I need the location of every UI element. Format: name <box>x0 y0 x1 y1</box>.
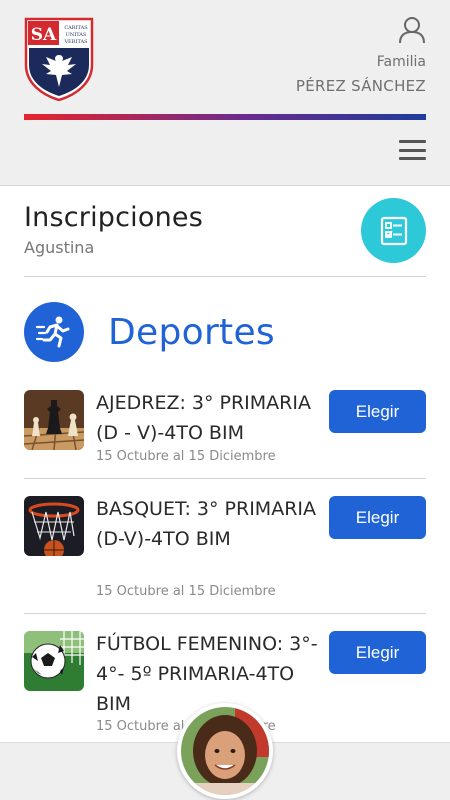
svg-text:CARITAS: CARITAS <box>64 25 88 31</box>
activity-name: BASQUET: 3° PRIMARIA (D-V)-4TO BIM <box>96 498 317 550</box>
activity-item: AJEDREZ: 3° PRIMARIA (D - V)-4TO BIM 15 … <box>24 390 426 478</box>
activity-item: BASQUET: 3° PRIMARIA (D-V)-4TO BIM 15 Oc… <box>24 496 426 612</box>
divider <box>24 478 426 479</box>
checklist-form-icon <box>380 216 407 245</box>
svg-text:UNITAS: UNITAS <box>66 32 87 38</box>
family-label: Familia <box>376 54 426 70</box>
running-person-icon <box>35 316 70 348</box>
basketball-hoop-image <box>24 496 84 556</box>
brand-gradient-bar <box>24 114 426 120</box>
user-profile-icon[interactable] <box>398 16 426 44</box>
hamburger-menu-icon[interactable] <box>399 140 426 160</box>
chess-image <box>24 390 84 450</box>
school-crest-logo: SA CARITAS UNITAS VERITAS <box>24 17 94 101</box>
app-header: SA CARITAS UNITAS VERITAS Familia PÉREZ … <box>0 0 450 186</box>
activity-dates: 15 Octubre al 15 Diciembre <box>96 584 276 599</box>
enrollment-form-button[interactable] <box>361 198 426 263</box>
category-title: Deportes <box>108 312 275 353</box>
svg-text:SA: SA <box>31 25 57 45</box>
sports-category-icon <box>24 302 84 362</box>
choose-button[interactable]: Elegir <box>329 390 426 433</box>
divider <box>24 276 426 277</box>
activity-name: AJEDREZ: 3° PRIMARIA (D - V)-4TO BIM <box>96 392 311 444</box>
family-name: PÉREZ SÁNCHEZ <box>295 77 426 95</box>
soccer-ball-image <box>24 631 84 691</box>
svg-text:VERITAS: VERITAS <box>63 39 88 45</box>
student-avatar[interactable] <box>177 703 273 799</box>
choose-button[interactable]: Elegir <box>329 496 426 539</box>
divider <box>24 613 426 614</box>
choose-button[interactable]: Elegir <box>329 631 426 674</box>
activity-dates: 15 Octubre al 15 Diciembre <box>96 449 276 464</box>
